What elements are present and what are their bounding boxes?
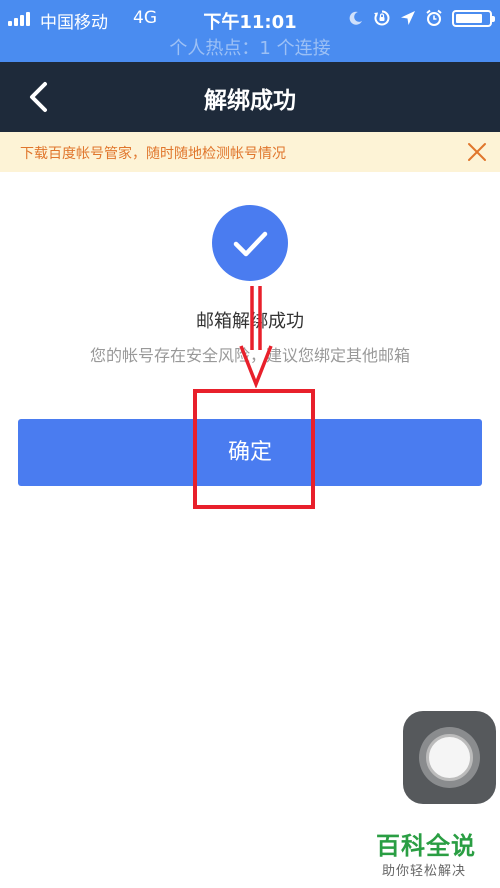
alarm-icon: [426, 9, 442, 26]
annotation-arrow: [239, 286, 273, 388]
download-banner[interactable]: 下载百度帐号管家，随时随地检测帐号情况: [0, 132, 500, 172]
watermark-subtitle: 助你轻松解决: [382, 864, 467, 879]
hotspot-status[interactable]: 个人热点：1 个连接: [0, 34, 500, 60]
check-icon: [233, 231, 268, 257]
assistive-touch-button[interactable]: [403, 711, 496, 804]
moon-icon: [349, 11, 362, 25]
battery-icon: [452, 9, 495, 27]
banner-text[interactable]: 下载百度帐号管家，随时随地检测帐号情况: [20, 143, 286, 163]
watermark-title: 百科全说: [376, 832, 476, 860]
close-icon[interactable]: [466, 141, 488, 163]
location-icon: [401, 11, 415, 25]
rotation-lock-icon: [374, 10, 390, 26]
success-badge: [212, 205, 288, 281]
nav-bar: 解绑成功: [0, 62, 500, 132]
annotation-highlight-box: [193, 389, 315, 509]
status-bar: 中国移动 4G 下午11:01 个人热点：1 个连接: [0, 0, 500, 62]
page-title: 解绑成功: [204, 88, 296, 114]
